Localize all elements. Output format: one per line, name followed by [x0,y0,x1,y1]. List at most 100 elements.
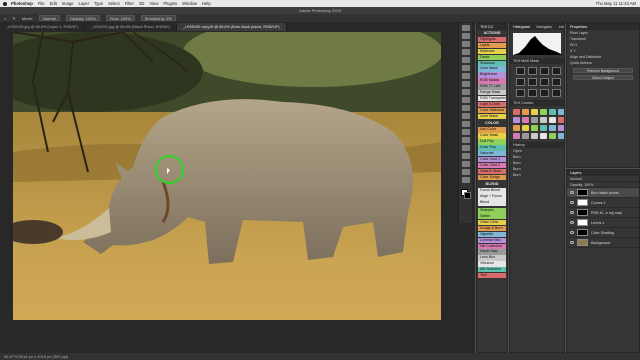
combo-button[interactable] [549,133,556,139]
combo-button[interactable] [522,117,529,123]
combo-button[interactable] [522,109,529,115]
action-item[interactable]: Text [478,272,506,279]
brush-tool-icon[interactable] [461,89,470,95]
mode-select[interactable]: Normal [38,15,60,21]
action-item[interactable]: Color Dodge [478,174,506,180]
menu-type[interactable]: Type [94,0,103,7]
action-item[interactable]: Saturate [478,151,506,157]
mask-button[interactable] [516,78,525,86]
action-item[interactable]: Shadows [478,60,506,66]
combo-button[interactable] [513,125,520,131]
menu-plugins[interactable]: Plugins [163,0,177,7]
action-item[interactable]: Light & Dark [478,101,506,108]
smoothing-field[interactable]: Smoothing: 0% [140,15,176,21]
layer-row[interactable]: RGB M...e mg map [567,208,639,218]
action-item[interactable]: RGB Masks [478,78,506,84]
clock[interactable]: Thu May 11 11:43 AM [596,0,636,7]
menu-app[interactable]: Photoshop [11,0,33,7]
eyedropper-tool-icon[interactable] [461,73,470,79]
action-item[interactable]: Soften [478,214,506,220]
layer-row[interactable]: Curves 1 [567,198,639,208]
marquee-tool-icon[interactable] [461,33,470,39]
layer-row[interactable]: Burn black points [567,188,639,198]
apple-icon[interactable] [3,1,7,6]
hand-tool-icon[interactable] [461,169,470,175]
menu-3d[interactable]: 3D [139,0,144,7]
combo-button[interactable] [549,117,556,123]
combo-button[interactable] [513,109,520,115]
action-item[interactable]: Sharpen [478,208,506,214]
history-item[interactable]: Burn [510,172,564,178]
combo-button[interactable] [540,109,547,115]
action-item[interactable]: Zone Mask [478,113,506,119]
combo-button[interactable] [558,117,564,123]
action-item[interactable]: Color Cast 1 [478,156,506,163]
history-brush-icon[interactable] [461,105,470,111]
mask-button[interactable] [552,89,561,97]
action-item[interactable]: Zone Mask [478,66,506,72]
background-color-swatch[interactable] [464,192,471,199]
combo-button[interactable] [549,125,556,131]
layer-row[interactable]: Background [567,238,639,248]
menu-layer[interactable]: Layer [78,0,88,7]
pen-tool-icon[interactable] [461,137,470,143]
combo-button[interactable] [522,133,529,139]
select-subject-button[interactable]: Select Subject [573,75,633,80]
action-item[interactable]: Lens Blur [478,255,506,261]
action-item[interactable]: Vignette [478,231,506,238]
remove-background-button[interactable]: Remove Background [573,68,633,73]
path-select-icon[interactable] [461,153,470,159]
healing-tool-icon[interactable] [461,81,470,87]
lasso-tool-icon[interactable] [461,41,470,47]
menu-view[interactable]: View [149,0,158,7]
combo-button[interactable] [513,133,520,139]
menu-select[interactable]: Select [108,0,120,7]
tab-combo[interactable]: TK9 Combo [513,100,533,106]
action-item[interactable]: Focus Blend [478,188,506,194]
tab-info[interactable]: Info [559,24,564,30]
action-item[interactable]: Brightness [478,72,506,78]
visibility-eye-icon[interactable] [570,231,574,234]
action-item[interactable]: Lights [478,42,506,49]
action-item[interactable]: Darks [478,54,506,61]
clone-tool-icon[interactable] [461,97,470,103]
brush-tool-icon[interactable]: ✎ [12,16,15,21]
layer-row[interactable]: Color Shading [567,228,639,238]
action-item[interactable]: Ortan Glow [478,219,506,226]
visibility-eye-icon[interactable] [570,211,574,214]
action-item[interactable]: Blend [478,200,506,206]
combo-button[interactable] [540,133,547,139]
mask-button[interactable] [552,78,561,86]
action-item[interactable]: Color Pop [478,145,506,151]
action-item[interactable]: Dull Pop [478,139,506,145]
combo-button[interactable] [540,125,547,131]
combo-button[interactable] [531,125,538,131]
action-item[interactable]: Color Cast 2 [478,162,506,169]
action-item[interactable]: Add Color [478,127,506,133]
mask-button[interactable] [528,78,537,86]
action-item[interactable]: Vibrance [478,261,506,267]
zoom-tool-icon[interactable] [461,177,470,183]
mask-button[interactable] [540,89,549,97]
action-item[interactable]: Highlights [478,37,506,43]
action-item[interactable]: Color Mask [478,133,506,139]
home-icon[interactable]: ⌂ [4,16,6,21]
visibility-eye-icon[interactable] [570,191,574,194]
combo-button[interactable] [522,125,529,131]
combo-button[interactable] [558,109,564,115]
menu-window[interactable]: Window [182,0,197,7]
action-item[interactable]: Luminar Neo [478,237,506,243]
layer-row[interactable]: Levels 1 [567,218,639,228]
combo-button[interactable] [558,133,564,139]
crop-tool-icon[interactable] [461,57,470,63]
dodge-tool-icon[interactable] [461,129,470,135]
action-item[interactable]: Nik Collection [478,243,506,249]
action-item[interactable]: Glow & Glow [478,168,506,175]
rhino-photo[interactable] [13,32,441,320]
menu-help[interactable]: Help [202,0,211,7]
tab-doc-1[interactable]: _LR05195.jpg @ 66.6% (Layer 1, RGB/8*) [0,23,85,31]
menu-filter[interactable]: Filter [125,0,134,7]
tab-navigator[interactable]: Navigator [536,24,552,30]
combo-button[interactable] [531,117,538,123]
combo-button[interactable] [513,117,520,123]
